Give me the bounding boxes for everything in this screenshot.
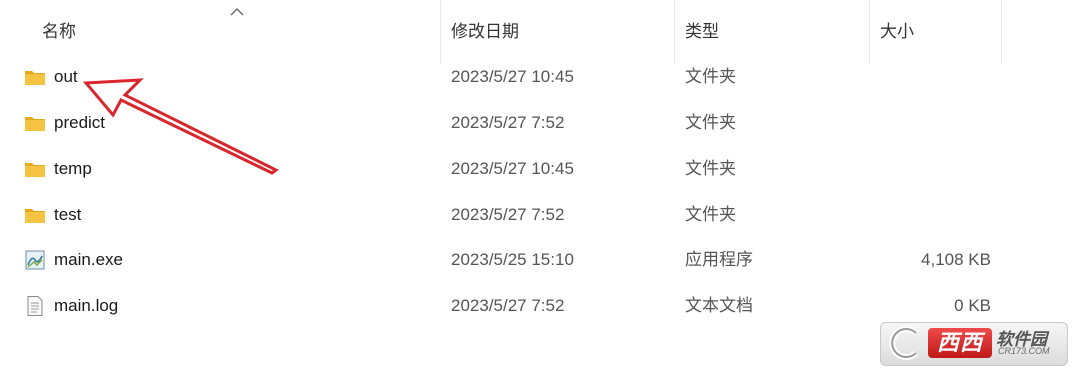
folder-icon xyxy=(25,163,45,177)
file-name: test xyxy=(54,205,82,224)
file-date: 2023/5/25 15:10 xyxy=(451,250,574,269)
file-type: 文件夹 xyxy=(685,67,736,86)
file-name: temp xyxy=(54,159,92,178)
file-name: main.log xyxy=(54,296,119,315)
watermark-c-icon xyxy=(889,326,919,360)
file-date: 2023/5/27 10:45 xyxy=(451,67,574,86)
sort-ascending-icon xyxy=(230,8,244,16)
text-file-icon xyxy=(27,296,43,316)
file-date: 2023/5/27 10:45 xyxy=(451,159,574,178)
file-row[interactable]: temp 2023/5/27 10:45 文件夹 xyxy=(0,146,1080,192)
file-type: 文件夹 xyxy=(685,159,736,178)
file-name: main.exe xyxy=(54,250,123,269)
file-type: 文件夹 xyxy=(685,205,736,224)
folder-icon xyxy=(25,71,45,85)
file-row[interactable]: main.exe 2023/5/25 15:10 应用程序 4,108 KB xyxy=(0,237,1080,283)
file-name: out xyxy=(54,67,78,86)
file-type: 文件夹 xyxy=(685,113,736,132)
watermark-url: CR173.COM xyxy=(998,346,1050,356)
watermark-logo: 西西 软件园 CR173.COM xyxy=(880,322,1068,366)
folder-icon xyxy=(25,117,45,131)
file-date: 2023/5/27 7:52 xyxy=(451,296,565,315)
watermark-brand: 西西 xyxy=(928,328,992,358)
file-date: 2023/5/27 7:52 xyxy=(451,205,565,224)
folder-icon xyxy=(25,209,45,223)
file-row[interactable]: out 2023/5/27 10:45 文件夹 xyxy=(0,54,1080,100)
file-row[interactable]: test 2023/5/27 7:52 文件夹 xyxy=(0,192,1080,238)
file-size: 4,108 KB xyxy=(921,250,991,269)
file-row[interactable]: predict 2023/5/27 7:52 文件夹 xyxy=(0,100,1080,146)
file-type: 文本文档 xyxy=(685,296,753,315)
exe-icon xyxy=(25,250,45,270)
file-type: 应用程序 xyxy=(685,250,753,269)
file-name: predict xyxy=(54,113,106,132)
file-date: 2023/5/27 7:52 xyxy=(451,113,565,132)
